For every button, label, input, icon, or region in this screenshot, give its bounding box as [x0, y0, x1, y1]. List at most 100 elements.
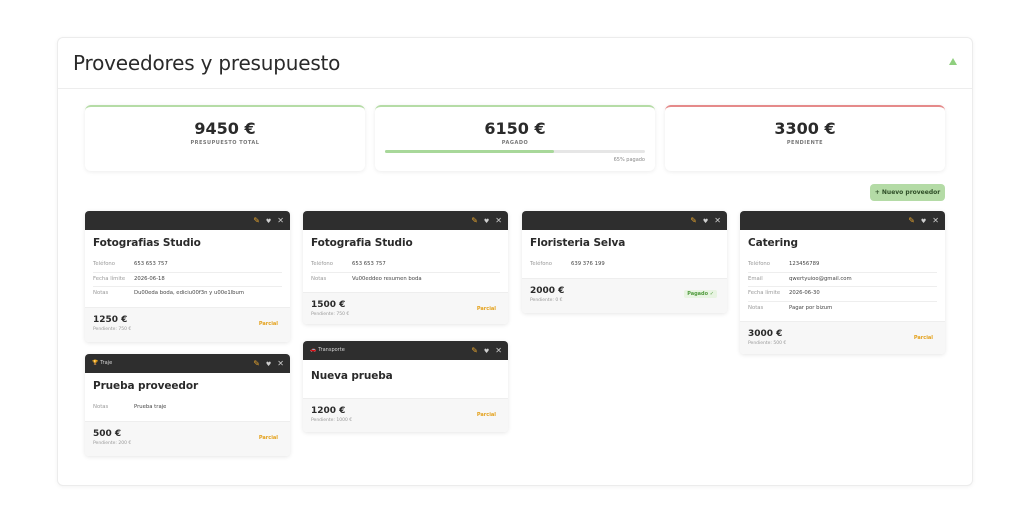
notes-row: Notas Prueba traje: [93, 401, 282, 415]
close-icon[interactable]: ✕: [714, 216, 721, 225]
pending-amount: Pendiente: 750 €: [311, 312, 350, 317]
status-badge: Parcial: [258, 434, 278, 441]
field-label: Notas: [93, 290, 109, 296]
card-footer: 1500 € Pendiente: 750 € Parcial: [303, 292, 508, 324]
card-footer: 3000 € Pendiente: 500 € Parcial: [740, 321, 945, 354]
close-icon[interactable]: ✕: [495, 216, 502, 225]
email-row: Email qwertyuioo@gmail.com: [748, 273, 937, 287]
supplier-card: ✎ ♥ ✕ Fotografias Studio Teléfono 653 653 7…: [85, 211, 290, 342]
trophy-icon: 🏆: [92, 360, 99, 366]
heart-icon[interactable]: ♥: [266, 361, 271, 368]
field-value: 123456789: [789, 261, 820, 267]
paid-progress-bar: [385, 150, 645, 153]
card-body: Catering Teléfono 123456789 Email qwertyui…: [740, 230, 945, 321]
close-icon[interactable]: ✕: [932, 216, 939, 225]
field-value: qwertyuioo@gmail.com: [789, 275, 852, 282]
new-supplier-button[interactable]: + Nuevo proveedor: [870, 184, 945, 201]
supplier-name: Nueva prueba: [311, 370, 393, 382]
phone-row: Teléfono 639 376 199: [530, 258, 719, 272]
card-actions: ✎ ♥ ✕: [253, 215, 284, 227]
paid-label: PAGADO: [501, 140, 529, 146]
pencil-icon[interactable]: ✎: [471, 216, 478, 225]
phone-row: Teléfono 123456789: [748, 258, 937, 273]
amount: 500 €: [93, 428, 122, 439]
panel-title: Proveedores y presupuesto: [73, 51, 341, 75]
triangle-up-icon[interactable]: [949, 58, 957, 65]
heart-icon[interactable]: ♥: [484, 348, 489, 355]
close-icon[interactable]: ✕: [277, 359, 284, 368]
card-toolbar: 🚗 Transporte ✎ ♥ ✕: [303, 341, 508, 360]
total-budget-label: PRESUPUESTO TOTAL: [190, 140, 260, 146]
close-icon[interactable]: ✕: [277, 216, 284, 225]
supplier-card: ✎ ♥ ✕ Fotografia Studio Teléfono 653 653 75…: [303, 211, 508, 324]
heart-icon[interactable]: ♥: [266, 218, 271, 225]
field-label: Email: [748, 275, 763, 282]
paid-progress-text: 65% pagado: [613, 157, 645, 163]
card-actions: ✎ ♥ ✕: [471, 215, 502, 227]
amount: 1500 €: [311, 300, 346, 310]
pending-amount: Pendiente: 0 €: [530, 297, 563, 303]
supplier-card: 🏆 Traje ✎ ♥ ✕ Prueba proveedor Notas Prueba …: [85, 354, 290, 456]
field-label: Notas: [748, 304, 764, 311]
supplier-card: 🚗 Transporte ✎ ♥ ✕ Nueva prueba 1200 € Pend…: [303, 341, 508, 432]
notes-row: Notas Vu00eddeo resumen boda: [311, 273, 500, 287]
card-toolbar: ✎ ♥ ✕: [303, 211, 508, 230]
card-body: Floristeria Selva Teléfono 639 376 199: [522, 230, 727, 278]
total-budget-card: 9450 € PRESUPUESTO TOTAL: [85, 105, 365, 171]
heart-icon[interactable]: ♥: [484, 218, 489, 225]
amount: 1250 €: [93, 314, 128, 325]
card-toolbar: ✎ ♥ ✕: [740, 211, 945, 230]
card-footer: 500 € Pendiente: 200 € Parcial: [85, 420, 290, 456]
deadline-row: Fecha límite 2026-06-18: [93, 273, 282, 287]
card-body: Fotografia Studio Teléfono 653 653 757 No…: [303, 230, 508, 292]
total-budget-value: 9450 €: [194, 119, 256, 138]
paid-progress-fill: [385, 150, 554, 153]
card-footer: 1250 € Pendiente: 750 € Parcial: [85, 306, 290, 342]
pencil-icon[interactable]: ✎: [253, 359, 260, 368]
status-badge: Parcial: [476, 412, 496, 418]
close-icon[interactable]: ✕: [495, 346, 502, 355]
pencil-icon[interactable]: ✎: [471, 346, 478, 355]
panel-header[interactable]: Proveedores y presupuesto: [58, 38, 972, 89]
field-label: Teléfono: [530, 261, 553, 267]
field-label: Notas: [311, 275, 327, 282]
car-icon: 🚗: [310, 347, 317, 353]
field-value: 653 653 757: [352, 261, 386, 267]
field-value: Prueba traje: [134, 404, 167, 410]
card-actions: ✎ ♥ ✕: [908, 215, 939, 227]
supplier-name: Fotografia Studio: [311, 237, 413, 249]
pencil-icon[interactable]: ✎: [690, 216, 697, 225]
pencil-icon[interactable]: ✎: [253, 216, 260, 225]
card-toolbar: 🏆 Traje ✎ ♥ ✕: [85, 354, 290, 373]
phone-row: Teléfono 653 653 757: [93, 258, 282, 273]
status-badge: Pagado ✓: [684, 289, 717, 298]
card-footer: 2000 € Pendiente: 0 € Pagado ✓: [522, 277, 727, 313]
category-tag: 🚗 Transporte: [310, 347, 345, 353]
heart-icon[interactable]: ♥: [921, 218, 926, 225]
field-value: 639 376 199: [571, 261, 605, 267]
category-label: Traje: [100, 360, 113, 366]
pending-amount: Pendiente: 1000 €: [311, 418, 353, 423]
paid-card: 6150 € PAGADO 65% pagado: [375, 105, 655, 171]
pencil-icon[interactable]: ✎: [908, 216, 915, 225]
supplier-card: ✎ ♥ ✕ Catering Teléfono 123456789 Email qwer…: [740, 211, 945, 354]
card-actions: ✎ ♥ ✕: [471, 345, 502, 357]
supplier-name: Prueba proveedor: [93, 380, 199, 392]
paid-value: 6150 €: [484, 119, 546, 138]
heart-icon[interactable]: ♥: [703, 218, 708, 225]
field-value: Du00eda boda, ediciu00f3n y u00e1lbum: [134, 290, 245, 296]
field-value: 2026-06-30: [789, 290, 820, 296]
pending-value: 3300 €: [774, 119, 836, 138]
supplier-name: Catering: [748, 237, 798, 249]
notes-row: Notas Du00eda boda, ediciu00f3n y u00e1lb…: [93, 287, 282, 301]
field-value: 653 653 757: [134, 261, 168, 267]
field-value: 2026-06-18: [134, 275, 165, 282]
card-body: Fotografias Studio Teléfono 653 653 757 F…: [85, 230, 290, 307]
pending-amount: Pendiente: 200 €: [93, 440, 132, 446]
notes-row: Notas Pagar por bizum: [748, 302, 937, 316]
deadline-row: Fecha límite 2026-06-30: [748, 287, 937, 302]
card-actions: ✎ ♥ ✕: [253, 358, 284, 370]
card-actions: ✎ ♥ ✕: [690, 215, 721, 227]
field-label: Fecha límite: [748, 290, 781, 296]
field-value: Pagar por bizum: [789, 304, 833, 311]
